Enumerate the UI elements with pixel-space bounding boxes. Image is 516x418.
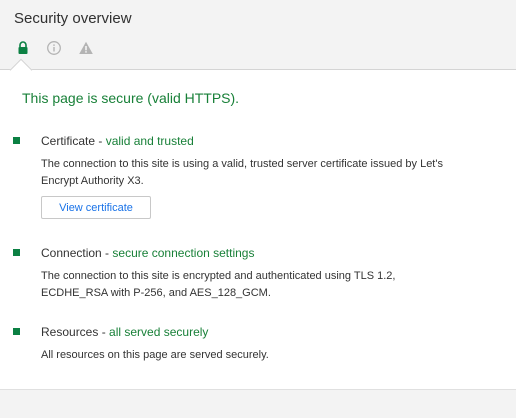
connection-detail: secure connection settings: [112, 246, 255, 260]
view-certificate-button[interactable]: View certificate: [41, 196, 151, 219]
resources-label: Resources: [41, 325, 99, 339]
page-title: Security overview: [14, 10, 132, 27]
connection-description: The connection to this site is encrypted…: [41, 270, 396, 299]
resources-description: All resources on this page are served se…: [41, 349, 269, 361]
security-panel: This page is secure (valid HTTPS). Certi…: [0, 70, 516, 390]
warning-icon[interactable]: [78, 40, 94, 56]
resources-separator: -: [98, 325, 110, 339]
connection-separator: -: [101, 246, 113, 260]
info-icon[interactable]: [46, 40, 62, 56]
resources-heading: Resources - all served securely: [41, 325, 208, 339]
secure-status-marker: [13, 137, 20, 144]
certificate-heading: Certificate - valid and trusted: [41, 134, 194, 148]
connection-label: Connection: [41, 246, 102, 260]
resources-detail: all served securely: [109, 325, 209, 339]
certificate-detail: valid and trusted: [105, 134, 194, 148]
secure-status-marker: [13, 249, 20, 256]
security-overview-header: Security overview: [0, 0, 516, 70]
lock-icon[interactable]: [15, 40, 31, 56]
certificate-label: Certificate: [41, 134, 96, 148]
connection-heading: Connection - secure connection settings: [41, 246, 254, 260]
certificate-description: The connection to this site is using a v…: [41, 158, 443, 187]
security-summary: This page is secure (valid HTTPS).: [22, 90, 240, 106]
secure-status-marker: [13, 328, 20, 335]
certificate-separator: -: [95, 134, 106, 148]
